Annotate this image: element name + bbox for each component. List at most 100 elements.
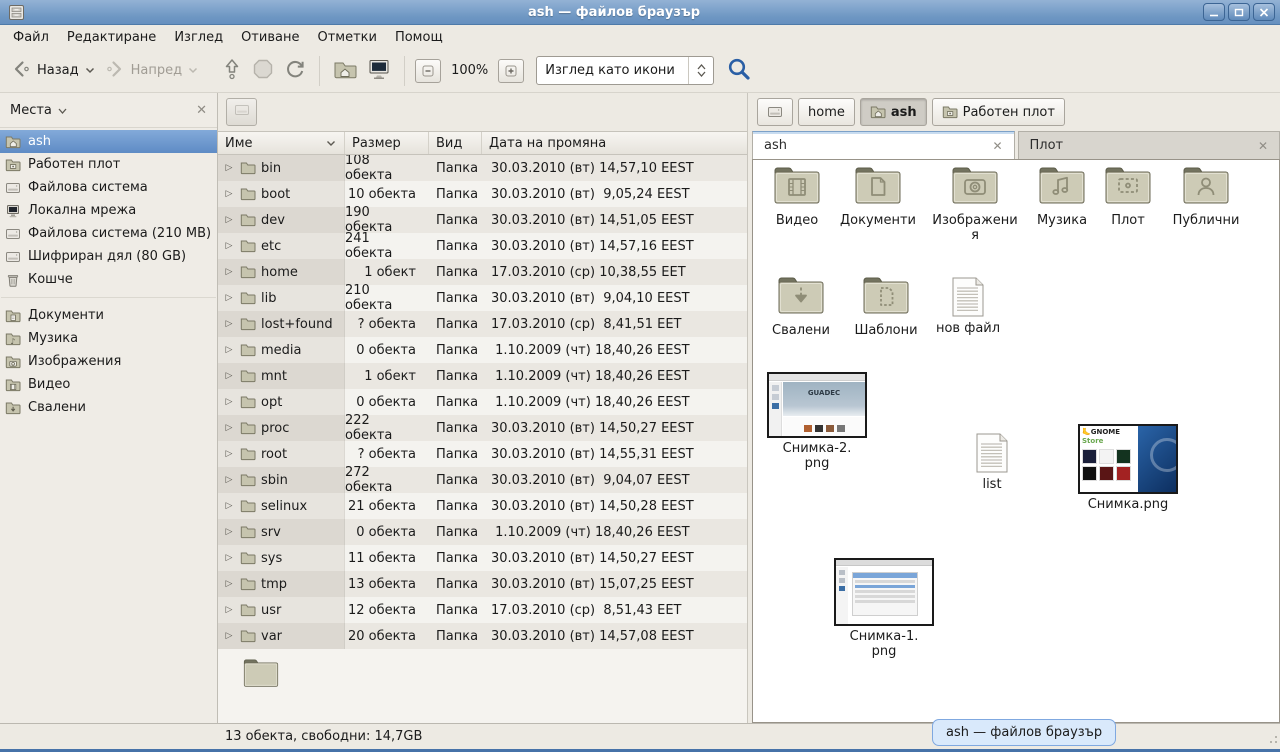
icon-item-Свалени[interactable]: Свалени bbox=[767, 276, 835, 338]
zoom-out-button[interactable] bbox=[415, 59, 441, 83]
sidebar-item-ash[interactable]: ash bbox=[0, 130, 217, 153]
expander-icon[interactable]: ▷ bbox=[223, 631, 235, 641]
tab-close-icon[interactable]: ✕ bbox=[1258, 139, 1268, 153]
icon-view[interactable]: ВидеоДокументиИзображенияМузикаПлотПубли… bbox=[752, 159, 1280, 723]
back-history-chevron-icon[interactable] bbox=[85, 63, 95, 78]
maximize-button[interactable] bbox=[1228, 3, 1250, 21]
expander-icon[interactable]: ▷ bbox=[223, 449, 235, 459]
stop-button[interactable] bbox=[247, 53, 279, 89]
table-row-root[interactable]: ▷root? обектаПапка30.03.2010 (вт) 14,55,… bbox=[218, 441, 747, 467]
table-row-sbin[interactable]: ▷sbin272 обектаПапка30.03.2010 (вт) 9,04… bbox=[218, 467, 747, 493]
expander-icon[interactable]: ▷ bbox=[223, 579, 235, 589]
minimize-button[interactable] bbox=[1203, 3, 1225, 21]
spinner-arrows-icon[interactable] bbox=[689, 64, 713, 77]
computer-button[interactable] bbox=[362, 53, 396, 89]
expander-icon[interactable]: ▷ bbox=[223, 267, 235, 277]
expander-icon[interactable]: ▷ bbox=[223, 397, 235, 407]
table-row-home[interactable]: ▷home1 обектПапка17.03.2010 (ср) 10,38,5… bbox=[218, 259, 747, 285]
icon-item-Изображения[interactable]: Изображения bbox=[929, 166, 1021, 243]
sidebar-item-локална-мрежа[interactable]: Локална мрежа bbox=[0, 199, 217, 222]
expander-icon[interactable]: ▷ bbox=[223, 371, 235, 381]
icon-item-Шаблони[interactable]: Шаблони bbox=[847, 276, 925, 338]
expander-icon[interactable]: ▷ bbox=[223, 345, 235, 355]
table-row-media[interactable]: ▷media0 обектаПапка 1.10.2009 (чт) 18,40… bbox=[218, 337, 747, 363]
table-row-etc[interactable]: ▷etc241 обектаПапка30.03.2010 (вт) 14,57… bbox=[218, 233, 747, 259]
up-button[interactable] bbox=[217, 52, 247, 90]
resize-grip[interactable] bbox=[1266, 732, 1278, 748]
table-row-dev[interactable]: ▷dev190 обектаПапка30.03.2010 (вт) 14,51… bbox=[218, 207, 747, 233]
expander-icon[interactable]: ▷ bbox=[223, 163, 235, 173]
menu-item-1[interactable]: Файл bbox=[4, 27, 58, 48]
menu-item-3[interactable]: Изглед bbox=[165, 27, 232, 48]
table-row-usr[interactable]: ▷usr12 обектаПапка17.03.2010 (ср) 8,51,4… bbox=[218, 597, 747, 623]
expander-icon[interactable]: ▷ bbox=[223, 605, 235, 615]
table-row-proc[interactable]: ▷proc222 обектаПапка30.03.2010 (вт) 14,5… bbox=[218, 415, 747, 441]
column-header-4[interactable]: Дата на промяна bbox=[482, 132, 747, 154]
table-row-tmp[interactable]: ▷tmp13 обектаПапка30.03.2010 (вт) 15,07,… bbox=[218, 571, 747, 597]
back-button[interactable]: Назад bbox=[6, 54, 100, 88]
icon-item-Документи[interactable]: Документи bbox=[831, 166, 925, 228]
table-row-selinux[interactable]: ▷selinux21 обектаПапка30.03.2010 (вт) 14… bbox=[218, 493, 747, 519]
icon-item-Музика[interactable]: Музика bbox=[1031, 166, 1093, 228]
zoom-in-button[interactable] bbox=[498, 59, 524, 83]
sidebar-title-chevron-icon[interactable] bbox=[58, 103, 67, 118]
sidebar-item-видео[interactable]: Видео bbox=[0, 373, 217, 396]
expander-icon[interactable]: ▷ bbox=[223, 319, 235, 329]
icon-item-Снимка-png[interactable]: 🦶GNOME StoreСнимка.png bbox=[1073, 424, 1183, 512]
breadcrumb-button-filesystem[interactable] bbox=[757, 98, 793, 126]
icon-item-Видео[interactable]: Видео bbox=[765, 166, 829, 228]
expander-icon[interactable]: ▷ bbox=[223, 189, 235, 199]
menu-item-2[interactable]: Редактиране bbox=[58, 27, 165, 48]
icon-item-нов-файл[interactable]: нов файл bbox=[933, 276, 1003, 336]
expander-icon[interactable]: ▷ bbox=[223, 241, 235, 251]
sidebar-item-файлова-система-210-mb-[interactable]: Файлова система (210 MB) bbox=[0, 222, 217, 245]
icon-item-Снимка-2-png[interactable]: GUADECСнимка-2.png bbox=[765, 372, 869, 471]
icon-item-Публични[interactable]: Публични bbox=[1163, 166, 1249, 228]
sidebar-item-шифриран-дял-80-gb-[interactable]: Шифриран дял (80 GB) bbox=[0, 245, 217, 268]
expander-icon[interactable]: ▷ bbox=[223, 475, 235, 485]
icon-item-Снимка-1-png[interactable]: Снимка-1.png bbox=[829, 558, 939, 659]
column-header-3[interactable]: Вид bbox=[429, 132, 482, 154]
tab-ash[interactable]: ash✕ bbox=[752, 131, 1015, 159]
expander-icon[interactable]: ▷ bbox=[223, 215, 235, 225]
table-row-opt[interactable]: ▷opt0 обектаПапка 1.10.2009 (чт) 18,40,2… bbox=[218, 389, 747, 415]
menu-item-4[interactable]: Отиване bbox=[232, 27, 308, 48]
view-mode-select[interactable]: Изглед като икони bbox=[536, 56, 714, 85]
titlebar[interactable]: ash — файлов браузър bbox=[0, 0, 1280, 25]
sidebar-item-изображения[interactable]: Изображения bbox=[0, 350, 217, 373]
table-row-sys[interactable]: ▷sys11 обектаПапка30.03.2010 (вт) 14,50,… bbox=[218, 545, 747, 571]
table-row-boot[interactable]: ▷boot10 обектаПапка30.03.2010 (вт) 9,05,… bbox=[218, 181, 747, 207]
expander-icon[interactable]: ▷ bbox=[223, 501, 235, 511]
reload-button[interactable] bbox=[279, 53, 311, 89]
sidebar-close-icon[interactable]: ✕ bbox=[196, 103, 207, 118]
breadcrumb-button-home[interactable]: home bbox=[798, 98, 855, 126]
table-row-lib[interactable]: ▷lib210 обектаПапка30.03.2010 (вт) 9,04,… bbox=[218, 285, 747, 311]
column-header-2[interactable]: Размер bbox=[345, 132, 429, 154]
breadcrumb-button-ash[interactable]: ash bbox=[860, 98, 927, 126]
table-row-bin[interactable]: ▷bin108 обектаПапка30.03.2010 (вт) 14,57… bbox=[218, 155, 747, 181]
sidebar-item-кошче[interactable]: Кошче bbox=[0, 268, 217, 291]
expander-icon[interactable]: ▷ bbox=[223, 423, 235, 433]
tab-Плот[interactable]: Плот✕ bbox=[1018, 131, 1280, 159]
sidebar-item-свалени[interactable]: Свалени bbox=[0, 396, 217, 419]
home-button[interactable] bbox=[328, 53, 362, 89]
tree-root-button[interactable] bbox=[226, 98, 257, 126]
close-button[interactable] bbox=[1253, 3, 1275, 21]
table-row-mnt[interactable]: ▷mnt1 обектПапка 1.10.2009 (чт) 18,40,26… bbox=[218, 363, 747, 389]
menu-item-6[interactable]: Помощ bbox=[386, 27, 452, 48]
icon-item-Плот[interactable]: Плот bbox=[1101, 166, 1155, 228]
search-button[interactable] bbox=[726, 56, 752, 86]
sidebar-item-файлова-система[interactable]: Файлова система bbox=[0, 176, 217, 199]
expander-icon[interactable]: ▷ bbox=[223, 553, 235, 563]
sidebar-title[interactable]: Места bbox=[10, 103, 52, 118]
column-header-1[interactable]: Име bbox=[218, 132, 345, 154]
table-row-srv[interactable]: ▷srv0 обектаПапка 1.10.2009 (чт) 18,40,2… bbox=[218, 519, 747, 545]
forward-button[interactable]: Напред bbox=[100, 54, 203, 88]
expander-icon[interactable]: ▷ bbox=[223, 293, 235, 303]
table-row-var[interactable]: ▷var20 обектаПапка30.03.2010 (вт) 14,57,… bbox=[218, 623, 747, 649]
sidebar-item-музика[interactable]: ♪Музика bbox=[0, 327, 217, 350]
expander-icon[interactable]: ▷ bbox=[223, 527, 235, 537]
sidebar-item-документи[interactable]: Документи bbox=[0, 304, 217, 327]
table-row-lost+found[interactable]: ▷lost+found? обектаПапка17.03.2010 (ср) … bbox=[218, 311, 747, 337]
icon-item-list[interactable]: list bbox=[959, 432, 1025, 492]
